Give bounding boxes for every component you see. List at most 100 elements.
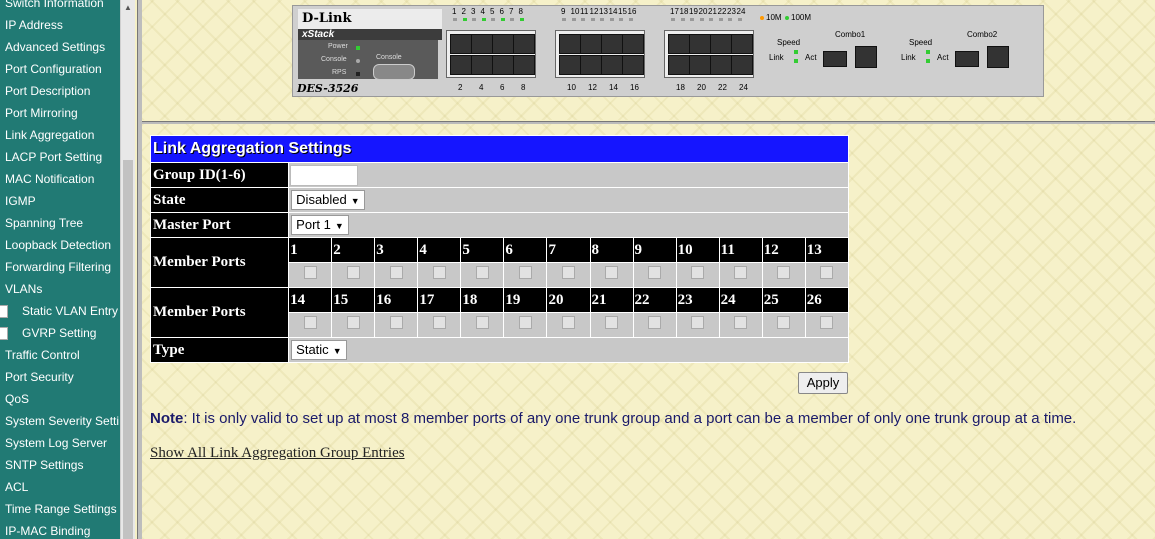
sidebar-item-label: Static VLAN Entry	[22, 304, 119, 318]
show-all-entries-link[interactable]: Show All Link Aggregation Group Entries	[150, 445, 405, 462]
state-select[interactable]: Disabled ▼	[291, 190, 365, 210]
member-port-checkbox[interactable]	[518, 316, 532, 329]
sidebar-item-19[interactable]: System Severity Setti	[0, 410, 120, 432]
sidebar-item-9[interactable]: IGMP	[0, 190, 120, 212]
member-port-checkbox[interactable]	[648, 266, 662, 279]
sidebar-item-16[interactable]: Traffic Control	[0, 344, 120, 366]
sidebar-item-22[interactable]: ACL	[0, 476, 120, 498]
apply-button[interactable]: Apply	[798, 372, 848, 394]
port-number-label: 4	[417, 237, 462, 263]
scroll-up-icon[interactable]: ▲	[121, 2, 135, 14]
console-port-label: Console	[376, 54, 402, 61]
sidebar-item-24[interactable]: IP-MAC Binding	[0, 520, 120, 539]
sidebar-item-8[interactable]: MAC Notification	[0, 168, 120, 190]
sidebar-item-2[interactable]: Advanced Settings	[0, 36, 120, 58]
member-port-checkbox[interactable]	[648, 316, 662, 329]
sidebar-item-0[interactable]: Switch Information	[0, 0, 120, 14]
master-port-select[interactable]: Port 1 ▼	[291, 215, 349, 235]
member-port-checkbox[interactable]	[691, 266, 705, 279]
sidebar-item-label: System Log Server	[5, 436, 108, 450]
sidebar-item-23[interactable]: Time Range Settings	[0, 498, 120, 520]
port-status-led	[590, 18, 595, 21]
port-status-led	[619, 18, 623, 21]
member-port-checkbox[interactable]	[346, 316, 360, 329]
member-port-checkbox[interactable]	[777, 316, 791, 329]
sidebar-item-1[interactable]: IP Address	[0, 14, 120, 36]
console-led-label: Console	[321, 56, 347, 63]
port-number-label: 22	[632, 287, 677, 313]
sidebar-item-21[interactable]: SNTP Settings	[0, 454, 120, 476]
member-port-checkbox[interactable]	[605, 266, 619, 279]
port-number-label: 25	[761, 287, 806, 313]
sidebar-item-18[interactable]: QoS	[0, 388, 120, 410]
port-number-top: 13	[599, 7, 608, 16]
member-port-checkbox[interactable]	[518, 266, 532, 279]
port-number-bottom: 4	[479, 83, 484, 92]
sidebar-item-20[interactable]: System Log Server	[0, 432, 120, 454]
sidebar-item-7[interactable]: LACP Port Setting	[0, 146, 120, 168]
member-port-checkbox[interactable]	[303, 266, 317, 279]
ethernet-port-icon	[710, 55, 732, 75]
combo-act-label: Act	[805, 53, 817, 62]
port-group-3	[664, 30, 754, 78]
sidebar-item-4[interactable]: Port Description	[0, 80, 120, 102]
port-number-label: 14	[288, 287, 333, 313]
sidebar-item-5[interactable]: Port Mirroring	[0, 102, 120, 124]
member-port-checkbox[interactable]	[734, 266, 748, 279]
ethernet-port-icon	[731, 34, 753, 54]
type-select[interactable]: Static ▼	[291, 340, 347, 360]
member-port-checkbox[interactable]	[303, 316, 317, 329]
member-port-checkbox[interactable]	[475, 266, 489, 279]
sidebar-item-13[interactable]: VLANs	[0, 278, 120, 300]
ethernet-port-icon	[492, 55, 514, 75]
group-id-input[interactable]	[290, 164, 359, 186]
member-port-checkbox[interactable]	[820, 316, 834, 329]
port-status-led	[519, 18, 524, 21]
member-port-checkbox[interactable]	[734, 316, 748, 329]
port-status-led	[671, 18, 675, 21]
port-number-bottom: 18	[676, 83, 685, 92]
port-number-bottom: 20	[697, 83, 706, 92]
type-label: Type	[149, 337, 290, 363]
sidebar-item-10[interactable]: Spanning Tree	[0, 212, 120, 234]
sidebar-item-15[interactable]: GVRP Setting	[0, 322, 120, 344]
port-number-label: 18	[460, 287, 505, 313]
speed-10m-label: 10M	[766, 13, 782, 22]
member-port-checkbox[interactable]	[691, 316, 705, 329]
sidebar-item-14[interactable]: Static VLAN Entry	[0, 300, 120, 322]
master-port-label: Master Port	[149, 212, 290, 238]
member-port-checkbox[interactable]	[475, 316, 489, 329]
port-number-label: 1	[288, 237, 333, 263]
member-port-checkbox[interactable]	[389, 316, 403, 329]
ethernet-port-icon	[668, 34, 690, 54]
combo-led-icon	[926, 50, 930, 54]
sidebar-item-label: MAC Notification	[5, 172, 95, 186]
member-port-checkbox[interactable]	[432, 266, 446, 279]
sidebar-item-3[interactable]: Port Configuration	[0, 58, 120, 80]
member-port-checkbox[interactable]	[605, 316, 619, 329]
port-status-led	[562, 18, 566, 21]
port-number-top: 22	[717, 7, 727, 16]
sidebar-item-17[interactable]: Port Security	[0, 366, 120, 388]
scroll-thumb[interactable]	[123, 160, 133, 539]
member-port-checkbox[interactable]	[346, 266, 360, 279]
member-port-checkbox[interactable]	[561, 316, 575, 329]
sidebar-item-6[interactable]: Link Aggregation	[0, 124, 120, 146]
series-label: xStack	[298, 29, 442, 40]
port-status-led	[709, 18, 713, 21]
ethernet-port-icon	[601, 34, 623, 54]
combo-speed-label: Speed	[777, 38, 801, 47]
sidebar-item-12[interactable]: Forwarding Filtering	[0, 256, 120, 278]
port-number-top: 2	[461, 7, 466, 16]
member-port-checkbox[interactable]	[820, 266, 834, 279]
sidebar-item-label: SNTP Settings	[5, 458, 84, 472]
chevron-down-icon: ▼	[332, 346, 342, 356]
member-port-checkbox[interactable]	[561, 266, 575, 279]
port-number-bottom: 16	[630, 83, 639, 92]
sidebar-scrollbar[interactable]: ▲	[120, 0, 135, 539]
sidebar-item-11[interactable]: Loopback Detection	[0, 234, 120, 256]
port-number-bottom: 22	[718, 83, 727, 92]
member-port-checkbox[interactable]	[777, 266, 791, 279]
member-port-checkbox[interactable]	[389, 266, 403, 279]
member-port-checkbox[interactable]	[432, 316, 446, 329]
